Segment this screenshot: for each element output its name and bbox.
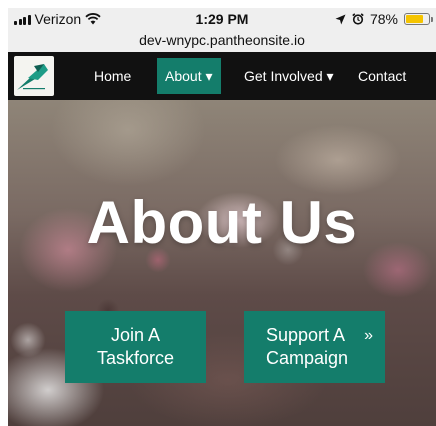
button-label-line-2: Campaign xyxy=(266,348,349,368)
page-title: About Us xyxy=(86,189,358,256)
support-campaign-button[interactable]: Support A Campaign » xyxy=(244,311,385,383)
hero-banner: About Us Join A Taskforce Support A Camp… xyxy=(8,100,436,426)
nav-get-involved[interactable]: Get Involved ▾ xyxy=(236,58,342,94)
dove-logo-icon xyxy=(17,64,48,90)
site-navigation: Home About ▾ Get Involved ▾ Contact xyxy=(8,52,436,100)
double-chevron-right-icon: » xyxy=(364,327,373,344)
battery-icon xyxy=(404,13,433,25)
status-icons: 78% xyxy=(335,11,433,27)
nav-about[interactable]: About ▾ xyxy=(157,58,221,94)
site-logo[interactable] xyxy=(14,56,54,96)
address-bar[interactable]: dev-wnypc.pantheonsite.io xyxy=(8,30,436,52)
nav-contact[interactable]: Contact xyxy=(350,58,414,94)
url-text: dev-wnypc.pantheonsite.io xyxy=(139,32,305,48)
location-arrow-icon xyxy=(335,14,346,24)
button-label-line-1: Join A xyxy=(110,325,161,345)
battery-percent: 78% xyxy=(369,11,398,27)
battery-level xyxy=(406,15,424,23)
nav-home[interactable]: Home xyxy=(86,58,139,94)
alarm-icon xyxy=(352,13,364,25)
button-label-line-2: Taskforce xyxy=(96,348,175,368)
screen: Verizon 1:29 PM 78% dev-wnypc.pantheonsi… xyxy=(8,8,436,426)
join-taskforce-button[interactable]: Join A Taskforce xyxy=(65,311,206,383)
status-bar: Verizon 1:29 PM 78% xyxy=(8,8,436,30)
